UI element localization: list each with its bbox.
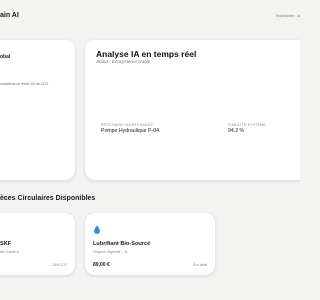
part-card[interactable]: Lubrifiant Bio-Sourcé Origine végétale -… bbox=[85, 213, 215, 275]
part-name: SKF bbox=[0, 241, 12, 247]
system-reliability-value: 94.2 % bbox=[228, 128, 245, 134]
droplet-icon bbox=[94, 225, 100, 234]
part-eco-tag: Éco-label bbox=[192, 263, 207, 267]
ai-analysis-card: Analyse IA en temps réel Statut : Écosys… bbox=[85, 40, 300, 180]
card-title: obal bbox=[0, 54, 11, 60]
part-co2-tag: -15% CO2 bbox=[51, 263, 67, 267]
part-card[interactable]: SKF ité Grade A -15% CO2 bbox=[0, 213, 75, 275]
part-origin: ité Grade A bbox=[0, 250, 20, 254]
part-name: Lubrifiant Bio-Sourcé bbox=[93, 241, 151, 247]
next-maintenance-label: PROCHAINE MAINTENANCE bbox=[101, 123, 154, 127]
ai-analysis-title: Analyse IA en temps réel bbox=[96, 49, 197, 59]
user-label[interactable]: Technicien : A bbox=[275, 13, 300, 18]
ai-status-text: Statut : Écosystème stable bbox=[96, 59, 151, 64]
next-maintenance-value: Pompe Hydraulique P-04 bbox=[101, 128, 159, 134]
global-impact-card: obal onsations un évité 12t de CO2 bbox=[0, 40, 75, 180]
card-text: onsations un évité 12t de CO2 bbox=[0, 82, 49, 86]
part-origin: Origine végétale - 1L bbox=[93, 250, 129, 254]
part-price: 89,00 € bbox=[93, 262, 110, 268]
brand-title: ain AI bbox=[0, 12, 19, 19]
app-root: ain AI Technicien : A obal onsations un … bbox=[0, 0, 300, 300]
system-reliability-label: FIABILITÉ SYSTÈME bbox=[228, 123, 266, 127]
parts-section-title: èces Circulaires Disponibles bbox=[0, 195, 96, 202]
